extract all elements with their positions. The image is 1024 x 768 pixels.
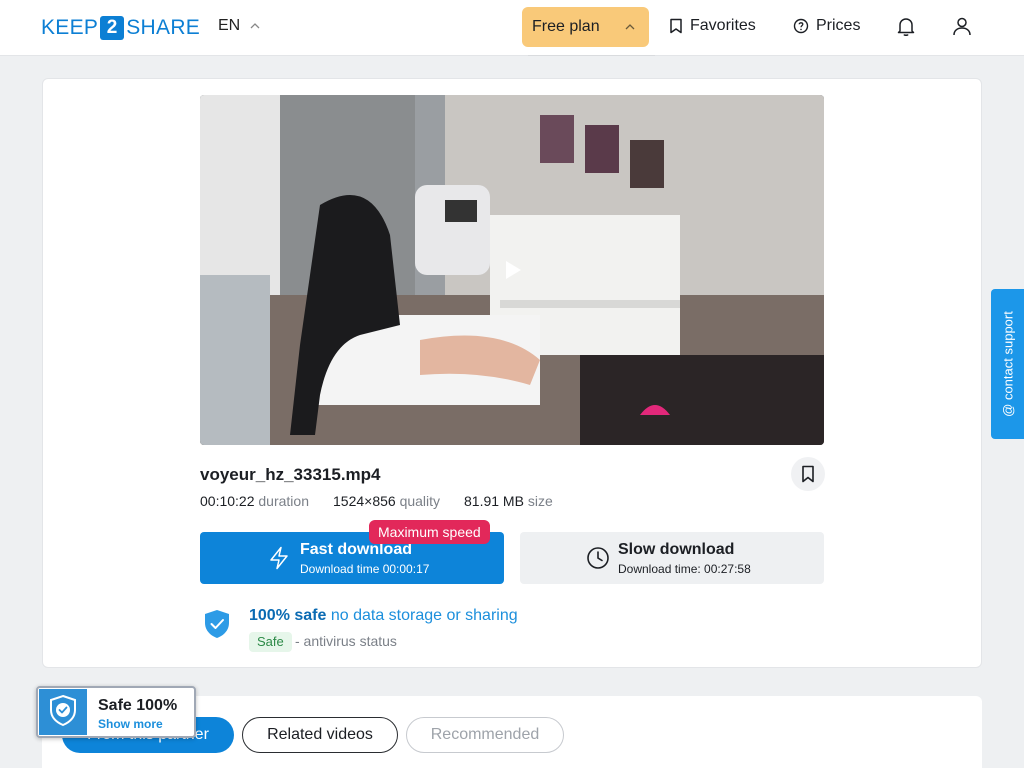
antivirus-status-badge: Safe [249,632,292,652]
quality-label: quality [399,493,441,509]
maximum-speed-badge: Maximum speed [369,520,490,544]
file-name: voyeur_hz_33315.mp4 [200,465,381,484]
bookmark-icon [802,465,814,483]
favorites-label: Favorites [690,17,756,34]
antivirus-status-text: - antivirus status [295,633,397,649]
bell-icon [897,18,915,36]
safety-headline: 100% safe no data storage or sharing [249,607,518,625]
slow-download-time: Download time: 00:27:58 [618,562,751,576]
plan-dropdown-button[interactable]: Free plan [522,7,649,47]
slow-download-title: Slow download [618,541,735,558]
prices-label: Prices [816,17,861,34]
lightning-icon [270,546,288,570]
quality-value: 1524×856 [333,493,396,509]
site-logo[interactable]: KEEP 2 SHARE [41,16,200,40]
favorites-link[interactable]: Favorites [669,17,756,35]
play-icon[interactable] [506,261,521,279]
file-quality: 1524×856 quality [333,493,440,509]
safety-headline-bold: 100% safe [249,607,327,624]
safe-widget-shield [39,689,87,735]
duration-label: duration [258,493,309,509]
profile-button[interactable] [950,14,974,38]
size-value: 81.91 MB [464,493,524,509]
contact-support-label: @ contact support [1000,311,1015,417]
tab-recommended[interactable]: Recommended [406,717,564,753]
size-label: size [527,493,553,509]
fast-download-time: Download time 00:00:17 [300,562,430,576]
bookmark-icon [670,18,682,34]
duration-value: 00:10:22 [200,493,255,509]
shield-check-icon [205,610,229,638]
top-header: KEEP 2 SHARE EN Free plan Favorites Pric… [0,0,1024,56]
logo-text-left: KEEP [41,16,99,39]
language-label: EN [218,17,241,34]
logo-text-right: SHARE [126,16,201,39]
plan-label: Free plan [532,18,600,35]
language-selector[interactable]: EN [218,17,260,35]
shield-check-icon [50,694,76,727]
logo-badge: 2 [100,16,125,40]
safe-widget[interactable]: Safe 100% Show more [36,686,196,738]
prices-link[interactable]: Prices [793,17,860,35]
add-favorite-button[interactable] [791,457,825,491]
file-size: 81.91 MB size [464,493,553,509]
notifications-button[interactable] [894,14,918,38]
safe-widget-show-more[interactable]: Show more [98,717,163,731]
tab-related-videos[interactable]: Related videos [242,717,398,753]
slow-download-button[interactable]: Slow download Download time: 00:27:58 [520,532,824,584]
safety-headline-rest: no data storage or sharing [330,607,518,624]
contact-support-tab[interactable]: @ contact support [991,289,1024,439]
chevron-up-icon [250,23,260,29]
help-circle-icon [793,18,809,34]
file-duration: 00:10:22 duration [200,493,309,509]
safe-widget-title: Safe 100% [98,697,178,714]
plan-underline [528,55,655,56]
chevron-up-icon [625,24,635,30]
clock-icon [587,547,609,569]
user-icon [953,17,971,36]
